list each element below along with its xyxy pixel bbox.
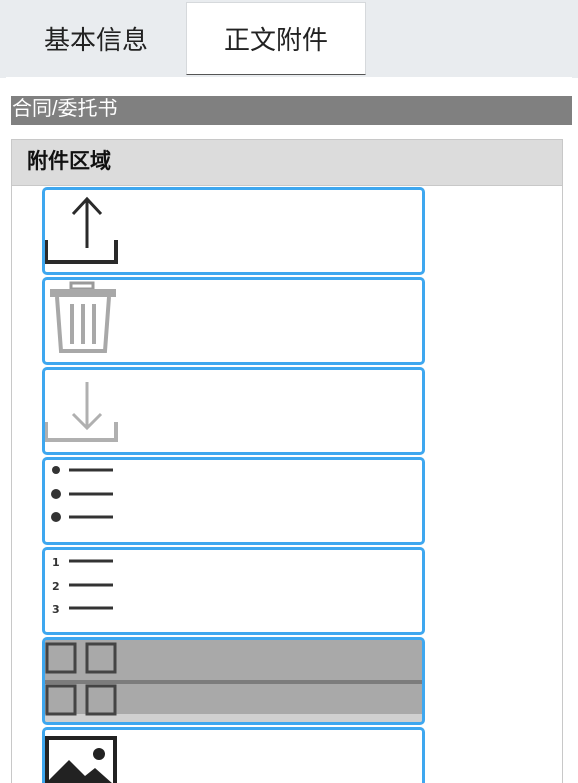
upload-icon [45,196,118,264]
image-button[interactable] [42,727,425,783]
attachment-header: 附件区域 [12,139,562,186]
trash-icon [50,281,116,353]
upload-button[interactable] [42,187,425,275]
svg-text:3: 3 [52,603,60,616]
tab-content: 合同/委托书 附件区域 1 2 3 [6,77,572,783]
numbered-list-icon: 1 2 3 [52,556,113,616]
table-icon [45,640,422,722]
numbered-list-button[interactable]: 1 2 3 [42,547,425,635]
image-icon [45,736,117,783]
tab-basic-info[interactable]: 基本信息 [6,2,186,75]
page: 基本信息 正文附件 合同/委托书 附件区域 1 2 3 [0,0,578,783]
download-button[interactable] [42,367,425,455]
tab-body-attachments[interactable]: 正文附件 [186,2,366,75]
download-icon [45,382,118,442]
section-title: 合同/委托书 [11,96,572,125]
bullet-list-button[interactable] [42,457,425,545]
tab-body-attachments-label: 正文附件 [223,25,328,55]
svg-text:2: 2 [52,580,60,593]
svg-text:1: 1 [52,556,60,569]
delete-button[interactable] [42,277,425,365]
attachment-panel: 附件区域 1 2 3 [11,139,563,783]
table-button[interactable] [42,637,425,725]
tab-basic-info-label: 基本信息 [43,25,148,55]
bullet-list-icon [51,466,113,522]
tab-bar: 基本信息 正文附件 [0,0,578,78]
